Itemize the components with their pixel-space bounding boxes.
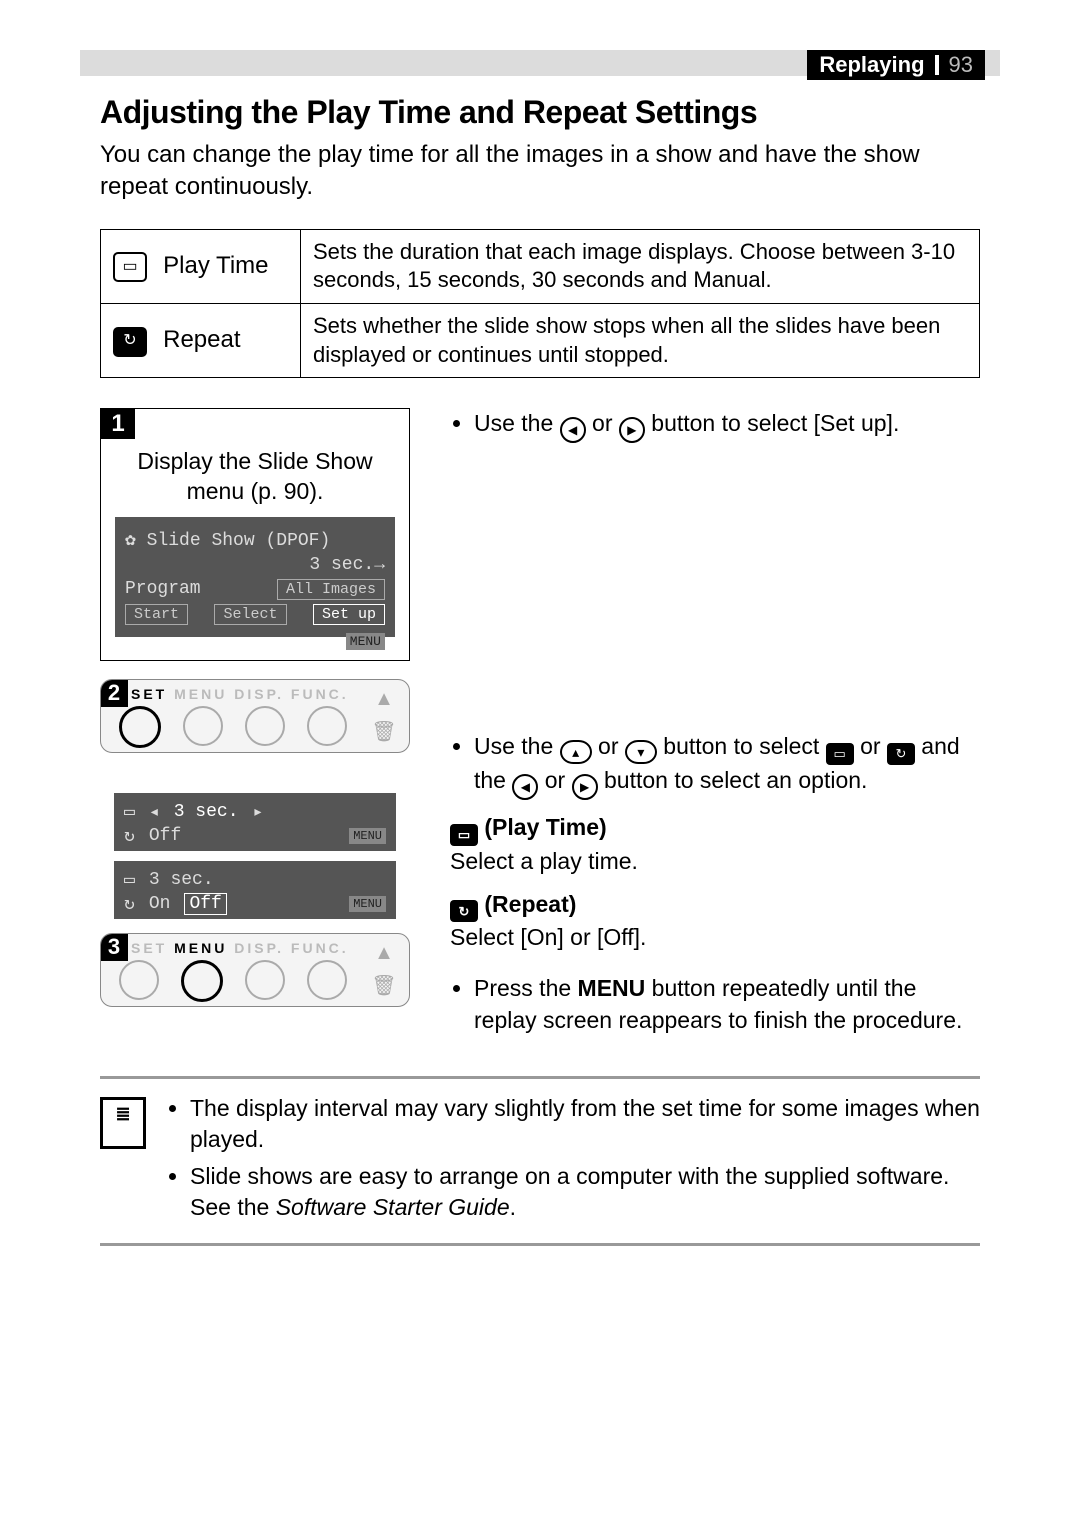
set-label: SET <box>131 940 167 956</box>
repeat-icon: ↻ <box>887 743 915 765</box>
page-header: Replaying 93 <box>80 50 1000 76</box>
mountain-icon: ▲ <box>374 688 394 711</box>
down-button-icon: ▾ <box>625 740 657 764</box>
lcd-start: Start <box>125 604 188 625</box>
trash-icon: 🗑 <box>371 973 396 998</box>
menu-label: MENU <box>174 940 227 956</box>
play-time-desc: Sets the duration that each image displa… <box>301 229 980 303</box>
mini1-off: Off <box>149 826 181 846</box>
lcd-time: 3 sec. <box>309 555 374 575</box>
lcd-setup: Set up <box>313 604 385 625</box>
play-time-subhead: ▭ (Play Time) <box>450 812 980 846</box>
play-time-screen: ▭ ◂ 3 sec. ▸ ↻ Off MENU <box>114 793 396 851</box>
play-time-icon: ▭ <box>450 824 478 846</box>
left-button-icon: ◀ <box>512 774 538 800</box>
play-time-icon: ▭ <box>124 801 135 823</box>
func-label: FUNC. <box>291 940 349 956</box>
right-button-icon: ▶ <box>572 774 598 800</box>
divider-icon <box>935 55 939 75</box>
lcd-select: Select <box>214 604 286 625</box>
func-label: FUNC. <box>291 686 349 702</box>
note-box: ≣ The display interval may vary slightly… <box>100 1076 980 1246</box>
step-1-panel: 1 Display the Slide Show menu (p. 90). ✿… <box>100 408 410 661</box>
set-label: SET <box>131 686 167 702</box>
repeat-icon: ↻ <box>450 900 478 922</box>
play-time-icon: ▭ <box>113 252 147 282</box>
repeat-subhead: ↻ (Repeat) <box>450 889 980 923</box>
table-row: ↻ Repeat Sets whether the slide show sto… <box>101 303 980 377</box>
lcd-program: Program <box>125 579 201 599</box>
lcd-all-images: All Images <box>277 579 385 600</box>
repeat-icon: ↻ <box>113 327 147 357</box>
repeat-desc: Sets whether the slide show stops when a… <box>301 303 980 377</box>
intro-text: You can change the play time for all the… <box>100 139 980 204</box>
mini2-time: 3 sec. <box>149 870 214 890</box>
trash-icon: 🗑 <box>371 719 396 744</box>
mini2-on: On <box>149 894 171 914</box>
note-item-2: Slide shows are easy to arrange on a com… <box>190 1161 980 1223</box>
camera-controls-step-3: 3 SET MENU DISP. FUNC. ▲ 🗑 <box>100 933 410 1007</box>
page-title: Adjusting the Play Time and Repeat Setti… <box>100 94 980 131</box>
mountain-icon: ▲ <box>374 942 394 965</box>
play-time-label: Play Time <box>163 252 268 279</box>
note-icon: ≣ <box>100 1097 146 1149</box>
up-button-icon: ▴ <box>560 740 592 764</box>
step-2-3-instruction: Use the ▴ or ▾ button to select ▭ or ↻ a… <box>450 671 980 1046</box>
func-dial-icon <box>307 960 347 1000</box>
slide-show-screen: ✿ Slide Show (DPOF) 3 sec. → Program All… <box>115 517 395 637</box>
table-row: ▭ Play Time Sets the duration that each … <box>101 229 980 303</box>
func-dial-icon <box>307 706 347 746</box>
menu-dial-icon <box>183 706 223 746</box>
disp-dial-icon <box>245 960 285 1000</box>
repeat-icon: ↻ <box>124 893 135 915</box>
section-tab: Replaying 93 <box>807 50 985 80</box>
options-table: ▭ Play Time Sets the duration that each … <box>100 229 980 378</box>
mini1-menu: MENU <box>349 828 386 844</box>
repeat-label: Repeat <box>163 326 240 353</box>
right-button-icon: ▶ <box>619 417 645 443</box>
mini1-time: 3 sec. <box>174 802 239 822</box>
lcd-title: Slide Show (DPOF) <box>147 531 331 551</box>
repeat-screen: ▭ 3 sec. ↻ On Off MENU <box>114 861 396 919</box>
page-number: 93 <box>949 52 973 78</box>
step-1-caption: Display the Slide Show menu (p. 90). <box>101 439 409 517</box>
disp-dial-icon <box>245 706 285 746</box>
disp-label: DISP. <box>234 940 284 956</box>
repeat-body: Select [On] or [Off]. <box>450 922 980 953</box>
set-dial-icon <box>119 706 161 748</box>
lcd-menu-tag: MENU <box>346 633 385 650</box>
play-time-icon: ▭ <box>826 743 854 765</box>
step-1-instruction: Use the ◀ or ▶ button to select [Set up]… <box>450 408 980 661</box>
step-3-instruction: Press the MENU button repeatedly until t… <box>474 973 980 1035</box>
play-time-body: Select a play time. <box>450 846 980 877</box>
repeat-icon: ↻ <box>124 825 135 847</box>
step-2-badge: 2 <box>100 679 128 707</box>
mini2-off: Off <box>184 893 226 915</box>
section-label: Replaying <box>819 52 924 78</box>
mini2-menu: MENU <box>349 896 386 912</box>
disp-label: DISP. <box>234 686 284 702</box>
set-dial-icon <box>119 960 159 1000</box>
left-button-icon: ◀ <box>560 417 586 443</box>
step-1-badge: 1 <box>101 409 135 439</box>
note-item-1: The display interval may vary slightly f… <box>190 1093 980 1155</box>
camera-controls-step-2: 2 SET MENU DISP. FUNC. ▲ 🗑 <box>100 679 410 753</box>
step-3-badge: 3 <box>100 933 128 961</box>
play-time-icon: ▭ <box>124 869 135 891</box>
menu-dial-icon <box>181 960 223 1002</box>
menu-label: MENU <box>174 686 227 702</box>
